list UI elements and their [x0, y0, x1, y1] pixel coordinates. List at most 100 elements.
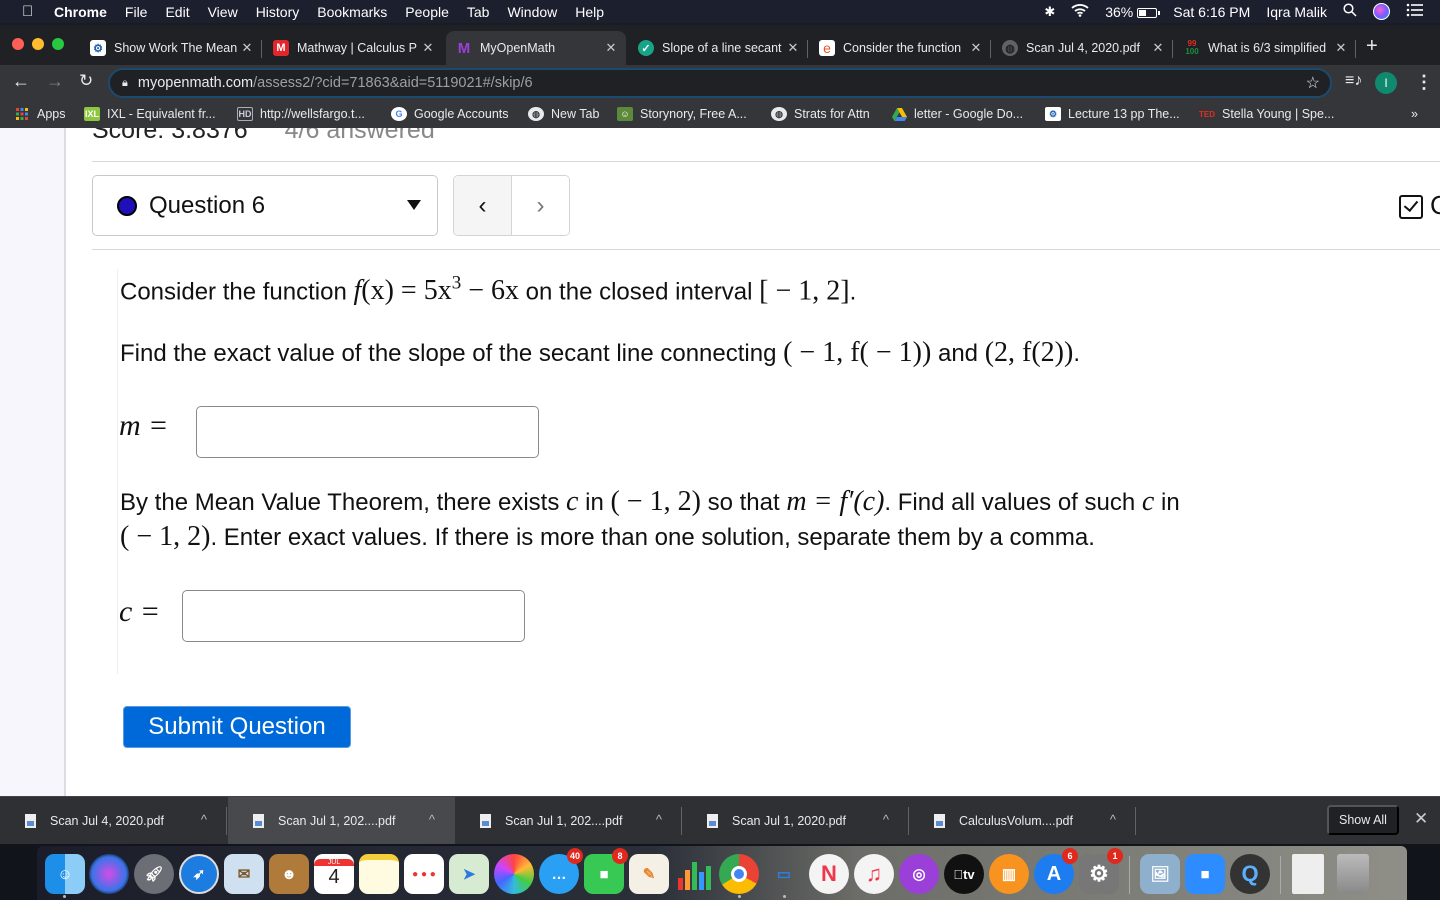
bookmark-ixl[interactable]: IXL IXL - Equivalent fr... — [84, 107, 216, 121]
safari-icon[interactable]: ➶ — [179, 854, 219, 894]
menu-edit[interactable]: Edit — [165, 4, 189, 20]
address-bar[interactable]: 🔒︎ myopenmath.com /assess2/?cid=71863&ai… — [108, 68, 1332, 98]
finder-icon[interactable]: ☺ — [45, 854, 85, 894]
close-tab-icon[interactable]: ✕ — [1149, 40, 1167, 56]
calendar-icon[interactable]: JUL 4 — [314, 854, 354, 894]
submit-question-button[interactable]: Submit Question — [123, 706, 351, 748]
menu-file[interactable]: File — [125, 4, 148, 20]
tab-consider-function[interactable]: e Consider the function ✕ — [809, 31, 991, 65]
menu-people[interactable]: People — [405, 4, 449, 20]
download-item[interactable]: Scan Jul 4, 2020.pdf ^ — [0, 797, 227, 845]
close-tab-icon[interactable]: ✕ — [967, 40, 985, 56]
system-preferences-icon[interactable]: ⚙ 1 — [1079, 848, 1123, 894]
m-answer-input[interactable] — [196, 406, 539, 458]
bookmark-stella-young[interactable]: TED Stella Young | Spe... — [1199, 107, 1334, 121]
previous-question-button[interactable]: ‹ — [454, 176, 512, 235]
close-tab-icon[interactable]: ✕ — [784, 40, 802, 56]
new-tab-button[interactable]: + — [1366, 35, 1378, 58]
bookmark-google-doc[interactable]: letter - Google Do... — [891, 107, 1023, 121]
close-window-button[interactable] — [12, 38, 24, 50]
media-control-icon[interactable]: ≡♪ — [1345, 72, 1362, 90]
podcasts-icon[interactable]: ◎ — [899, 854, 939, 894]
bookmark-strats-attn[interactable]: ◍ Strats for Attn — [771, 107, 870, 121]
bookmark-star-icon[interactable]: ☆ — [1306, 73, 1320, 93]
menu-view[interactable]: View — [208, 4, 238, 20]
siri-icon[interactable] — [1373, 3, 1390, 20]
close-tab-icon[interactable]: ✕ — [419, 40, 437, 56]
tab-show-work[interactable]: ⚙ Show Work The Mean ✕ — [80, 31, 262, 65]
siri-app-icon[interactable] — [89, 854, 129, 894]
spotlight-search-icon[interactable] — [1343, 3, 1357, 20]
reminders-icon[interactable]: ● ● ● — [404, 854, 444, 894]
checkbox-work-icon[interactable] — [1399, 195, 1423, 219]
bookmark-new-tab[interactable]: ◍ New Tab — [528, 107, 599, 121]
battery-status[interactable]: 36% — [1105, 4, 1161, 20]
chrome-menu-icon[interactable]: ⋮ — [1415, 72, 1433, 93]
notification-center-icon[interactable] — [1406, 3, 1424, 20]
work-button-label[interactable]: C — [1430, 190, 1440, 221]
lock-icon[interactable]: 🔒︎ — [122, 77, 128, 90]
menu-bookmarks[interactable]: Bookmarks — [317, 4, 387, 20]
close-tab-icon[interactable]: ✕ — [602, 40, 620, 56]
next-question-button[interactable]: › — [512, 176, 569, 235]
zoom-app-icon[interactable]: ■ — [1185, 854, 1225, 894]
apple-menu-icon[interactable]:  — [22, 3, 39, 20]
document-stack-icon[interactable] — [1292, 854, 1324, 894]
maps-icon[interactable]: ➤ — [449, 854, 489, 894]
tab-myopenmath[interactable]: M MyOpenMath ✕ — [446, 31, 626, 65]
c-answer-input[interactable] — [182, 590, 525, 642]
menu-tab[interactable]: Tab — [467, 4, 490, 20]
bookmark-lecture-13[interactable]: ⚙ Lecture 13 pp The... — [1045, 107, 1180, 121]
chevron-up-icon[interactable]: ^ — [201, 812, 207, 827]
numbers-icon[interactable] — [674, 854, 714, 894]
bookmark-wellsfargo[interactable]: HD http://wellsfargo.t... — [237, 107, 365, 121]
profile-avatar[interactable]: I — [1375, 72, 1397, 94]
music-icon[interactable]: ♫ — [854, 854, 894, 894]
bluetooth-icon[interactable]: ✱ — [1044, 4, 1055, 20]
chevron-up-icon[interactable]: ^ — [883, 812, 889, 827]
keynote-icon[interactable]: ▭ — [764, 854, 804, 894]
download-item[interactable]: Scan Jul 1, 202....pdf ^ — [455, 797, 682, 845]
close-tab-icon[interactable]: ✕ — [238, 40, 256, 56]
chevron-up-icon[interactable]: ^ — [429, 812, 435, 827]
photos-icon[interactable] — [494, 854, 534, 894]
chrome-icon[interactable] — [719, 854, 759, 894]
tab-slope-secant[interactable]: ✓ Slope of a line secant ✕ — [628, 31, 808, 65]
clock[interactable]: Sat 6:16 PM — [1173, 4, 1250, 20]
books-icon[interactable]: ▥ — [989, 854, 1029, 894]
menu-help[interactable]: Help — [575, 4, 604, 20]
news-icon[interactable]: N — [809, 854, 849, 894]
tab-mathway[interactable]: M Mathway | Calculus P ✕ — [263, 31, 443, 65]
close-tab-icon[interactable]: ✕ — [1332, 40, 1350, 56]
bookmarks-overflow-button[interactable]: » — [1411, 107, 1418, 121]
preview-icon[interactable]: 🖼︎ — [1140, 854, 1180, 894]
launchpad-icon[interactable]: 🚀︎ — [134, 854, 174, 894]
app-store-icon[interactable]: A6 — [1034, 848, 1078, 894]
user-name[interactable]: Iqra Malik — [1266, 4, 1327, 20]
pages-icon[interactable]: ✎ — [629, 854, 669, 894]
bookmark-storynory[interactable]: ☺ Storynory, Free A... — [617, 107, 747, 121]
trash-icon[interactable] — [1337, 854, 1369, 894]
show-all-downloads-button[interactable]: Show All — [1327, 805, 1399, 835]
mail-icon[interactable]: ✉ — [224, 854, 264, 894]
reload-button[interactable]: ↻ — [79, 71, 93, 91]
chevron-up-icon[interactable]: ^ — [656, 812, 662, 827]
wifi-icon[interactable] — [1071, 3, 1089, 20]
tab-6-3-simplified[interactable]: 99 100 What is 6/3 simplified ✕ — [1174, 31, 1356, 65]
back-button[interactable]: ← — [12, 71, 30, 92]
chevron-up-icon[interactable]: ^ — [1110, 812, 1116, 827]
menu-app-chrome[interactable]: Chrome — [54, 4, 107, 20]
contacts-icon[interactable]: ☻ — [269, 854, 309, 894]
messages-icon[interactable]: … 40 — [539, 848, 583, 894]
apple-tv-icon[interactable]: tv — [944, 854, 984, 894]
facetime-icon[interactable]: ■ 8 — [584, 848, 628, 894]
forward-button[interactable]: → — [46, 71, 64, 92]
quicktime-icon[interactable]: Q — [1230, 854, 1270, 894]
zoom-window-button[interactable] — [52, 38, 64, 50]
minimize-window-button[interactable] — [32, 38, 44, 50]
download-item[interactable]: Scan Jul 1, 2020.pdf ^ — [682, 797, 909, 845]
tab-scan-pdf[interactable]: ◍ Scan Jul 4, 2020.pdf ✕ — [992, 31, 1173, 65]
notes-icon[interactable] — [359, 854, 399, 894]
download-item[interactable]: Scan Jul 1, 202....pdf ^ — [228, 797, 455, 845]
bookmark-apps[interactable]: Apps — [14, 107, 66, 121]
